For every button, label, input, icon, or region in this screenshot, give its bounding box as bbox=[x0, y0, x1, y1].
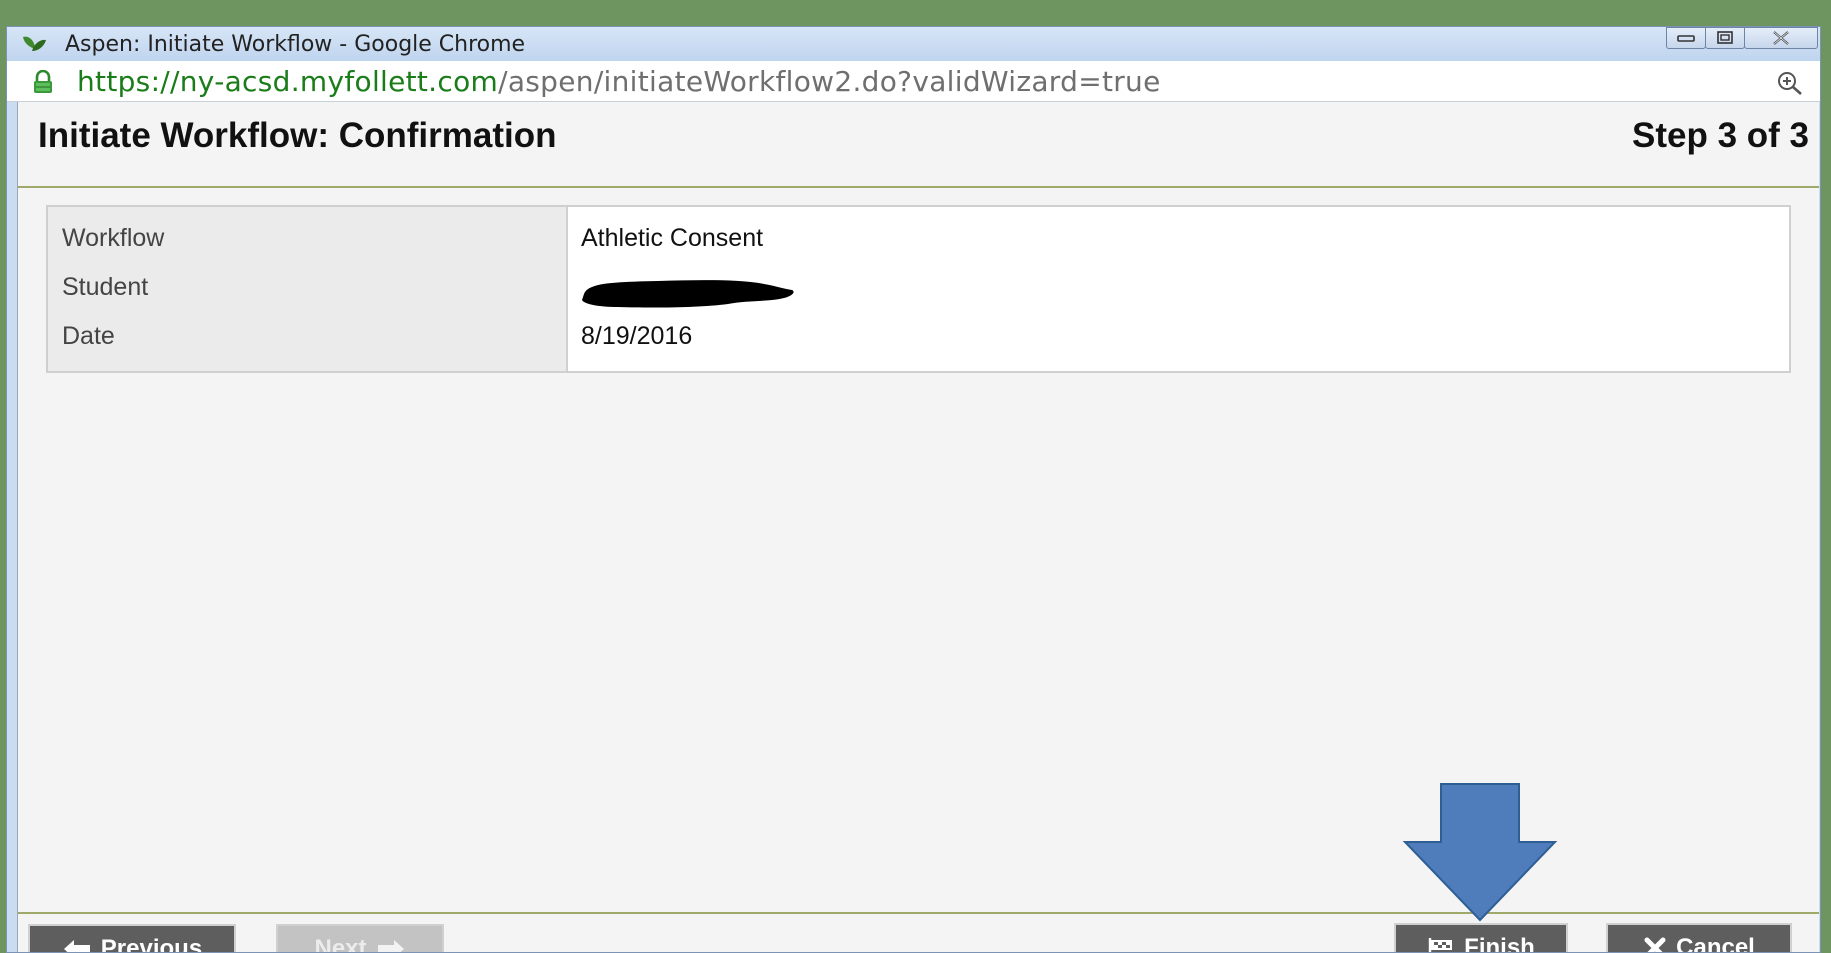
url-path: /aspen/initiateWorkflow2.do?validWizard=… bbox=[498, 65, 1161, 98]
page-header: Initiate Workflow: Confirmation Step 3 o… bbox=[18, 102, 1819, 188]
workflow-label: Workflow bbox=[62, 224, 165, 252]
window-controls bbox=[1666, 27, 1818, 49]
window-title: Aspen: Initiate Workflow - Google Chrome bbox=[65, 32, 526, 57]
close-button[interactable] bbox=[1744, 27, 1818, 49]
minimize-button[interactable] bbox=[1666, 27, 1706, 49]
url-text[interactable]: https://ny-acsd.myfollett.com/aspen/init… bbox=[77, 65, 1161, 98]
restore-button[interactable] bbox=[1705, 27, 1745, 49]
next-button[interactable]: Next bbox=[276, 924, 444, 953]
zoom-in-icon[interactable] bbox=[1776, 70, 1804, 101]
cancel-button[interactable]: Cancel bbox=[1606, 923, 1792, 953]
arrow-left-icon bbox=[62, 938, 92, 952]
page-title: Initiate Workflow: Confirmation bbox=[38, 116, 557, 155]
flag-icon bbox=[1427, 937, 1455, 952]
step-indicator: Step 3 of 3 bbox=[1632, 116, 1809, 155]
down-arrow-annotation bbox=[1401, 782, 1561, 927]
next-label: Next bbox=[314, 935, 367, 953]
details-table: Workflow Athletic Consent Student Date 8… bbox=[46, 205, 1791, 373]
x-icon bbox=[1643, 936, 1667, 952]
url-scheme: https:// bbox=[77, 65, 180, 98]
page-content: Initiate Workflow: Confirmation Step 3 o… bbox=[17, 102, 1819, 953]
aspen-leaf-icon bbox=[21, 33, 46, 55]
title-bar: Aspen: Initiate Workflow - Google Chrome bbox=[7, 27, 1820, 61]
browser-window: Aspen: Initiate Workflow - Google Chrome bbox=[6, 26, 1821, 953]
minimize-icon bbox=[1677, 35, 1695, 42]
finish-label: Finish bbox=[1464, 934, 1535, 953]
finish-button[interactable]: Finish bbox=[1394, 923, 1568, 953]
lock-icon bbox=[32, 69, 54, 99]
close-icon bbox=[1773, 31, 1789, 45]
previous-button[interactable]: Previous bbox=[28, 924, 236, 953]
restore-icon bbox=[1717, 31, 1733, 44]
cancel-label: Cancel bbox=[1676, 934, 1755, 953]
workflow-value: Athletic Consent bbox=[581, 224, 764, 252]
address-bar[interactable]: https://ny-acsd.myfollett.com/aspen/init… bbox=[7, 61, 1820, 102]
arrow-right-icon bbox=[376, 938, 406, 952]
date-label: Date bbox=[62, 322, 115, 350]
student-label: Student bbox=[62, 273, 149, 301]
previous-label: Previous bbox=[100, 935, 203, 953]
redaction-mark bbox=[578, 272, 798, 317]
url-host: ny-acsd.myfollett.com bbox=[179, 65, 499, 98]
date-value: 8/19/2016 bbox=[581, 322, 693, 350]
